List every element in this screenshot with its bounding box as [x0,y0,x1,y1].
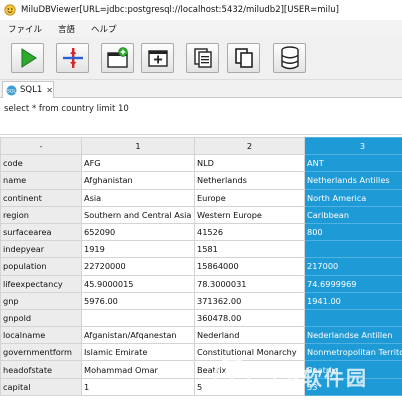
table-cell[interactable]: NLD [194,154,305,173]
table-cell[interactable]: 74.6999969 [304,274,402,293]
table-cell[interactable]: 22720000 [81,257,195,276]
table-row: surfacearea 652090 41526 800 [0,222,402,242]
menu-file[interactable]: ファイル [0,23,50,35]
table-cell[interactable]: North America [304,188,402,207]
table-row: population 22720000 15864000 217000 [0,257,402,276]
watermark: 当下软件园 [208,346,402,406]
table-cell[interactable] [304,308,402,328]
table-cell[interactable]: ANT [304,154,402,173]
menu-help[interactable]: ヘルプ [83,23,125,35]
row-header-surfacearea[interactable]: surfacearea [0,222,82,242]
table-cell[interactable]: Europe [194,188,305,207]
watermark-logo-icon [213,357,251,395]
explain-button[interactable] [56,43,89,73]
tab-strip: SQL SQL1 ✕ [0,80,402,98]
table-row: gnp 5976.00 371362.00 1941.00 [0,291,402,310]
table-row: continent Asia Europe North America [0,188,402,207]
run-triangle-icon [21,48,37,68]
table-cell[interactable]: Islamic Emirate [81,343,195,362]
row-header-gnpold[interactable]: gnpold [0,308,82,328]
table-cell[interactable]: 217000 [304,257,402,276]
table-cell[interactable]: Nederland [194,326,305,345]
new-window-icon [106,47,128,68]
header-row: - 1 2 3 [0,137,402,156]
table-cell[interactable]: 800 [304,222,402,242]
table-cell[interactable] [81,308,195,328]
table-row: code AFG NLD ANT [0,154,402,173]
table-cell[interactable]: 41526 [194,222,305,242]
row-header-localname[interactable]: localname [0,326,82,345]
column-header[interactable]: 2 [194,137,305,156]
table-cell[interactable]: Caribbean [304,205,402,224]
row-header-governmentform[interactable]: governmentform [0,343,82,362]
tab-label: SQL1 [20,85,43,95]
execute-button[interactable] [11,43,44,73]
row-header-name[interactable]: name [0,171,82,190]
table-cell[interactable]: AFG [81,154,195,173]
table-cell[interactable]: 1919 [81,240,195,259]
column-header[interactable]: 1 [81,137,195,156]
table-row: region Southern and Central Asia Western E… [0,205,402,224]
app-logo-icon [4,4,16,16]
copy-button[interactable] [227,43,260,73]
svg-text:SQL: SQL [7,88,17,94]
table-row: name Afghanistan Netherlands Netherlands An… [0,171,402,190]
table-cell[interactable]: Southern and Central Asia [81,205,195,224]
table-row: lifeexpectancy 45.9000015 78.3000031 74.699… [0,274,402,293]
table-cell[interactable]: Netherlands [194,171,305,190]
table-cell[interactable]: 78.3000031 [194,274,305,293]
row-header-indepyear[interactable]: indepyear [0,240,82,259]
menu-language[interactable]: 言語 [50,23,83,35]
table-cell[interactable]: 360478.00 [194,308,305,328]
new-connection-button[interactable] [101,43,134,73]
database-icon [280,46,299,70]
table-cell[interactable]: Afghanistan [81,171,195,190]
table-cell[interactable]: Netherlands Antilles [304,171,402,190]
table-cell[interactable]: Nederlandse Antillen [304,326,402,345]
sql-editor[interactable]: select * from country limit 10 [0,98,402,135]
table-cell[interactable]: Western Europe [194,205,305,224]
tab-sql1[interactable]: SQL SQL1 ✕ [2,81,54,98]
row-header-continent[interactable]: continent [0,188,82,207]
crosshair-icon [62,48,83,68]
table-cell[interactable]: 371362.00 [194,291,305,310]
copy-icon [234,48,253,68]
window-title: MiluDBViewer[URL=jdbc:postgresql://local… [21,5,339,15]
table-cell[interactable]: 1941.00 [304,291,402,310]
table-row: gnpold 360478.00 [0,308,402,328]
table-cell[interactable]: 45.9000015 [81,274,195,293]
toolbar [0,37,402,80]
table-cell[interactable]: 15864000 [194,257,305,276]
add-tab-icon [147,50,168,67]
table-row: indepyear 1919 1581 [0,240,402,259]
column-header-selected[interactable]: 3 [304,137,402,156]
table-cell[interactable]: Mohammad Omar [81,360,195,379]
row-header-lifeexpectancy[interactable]: lifeexpectancy [0,274,82,293]
table-cell[interactable]: 1 [81,377,195,396]
copy-table-button[interactable] [186,43,219,73]
table-cell[interactable]: 1581 [194,240,305,259]
title-bar: MiluDBViewer[URL=jdbc:postgresql://local… [0,0,402,20]
row-header-gnp[interactable]: gnp [0,291,82,310]
row-header-region[interactable]: region [0,205,82,224]
row-header-capital[interactable]: capital [0,377,82,396]
watermark-text: 当下软件园 [258,365,368,390]
database-button[interactable] [273,43,306,73]
row-header-population[interactable]: population [0,257,82,276]
row-header-headofstate[interactable]: headofstate [0,360,82,379]
sql-icon: SQL [6,85,17,95]
table-cell[interactable] [304,240,402,259]
table-cell[interactable]: 652090 [81,222,195,242]
corner-header[interactable]: - [0,137,82,156]
table-cell[interactable]: 5976.00 [81,291,195,310]
new-tab-button[interactable] [141,43,174,73]
table-cell[interactable]: Afganistan/Afqanestan [81,326,195,345]
row-header-code[interactable]: code [0,154,82,173]
menu-bar: ファイル 言語 ヘルプ [0,20,402,37]
table-row: localname Afganistan/Afqanestan Nederland N… [0,326,402,345]
table-cell[interactable]: Asia [81,188,195,207]
close-icon[interactable]: ✕ [46,86,53,95]
sql-text[interactable]: select * from country limit 10 [4,104,398,114]
copy-document-icon [193,48,212,68]
